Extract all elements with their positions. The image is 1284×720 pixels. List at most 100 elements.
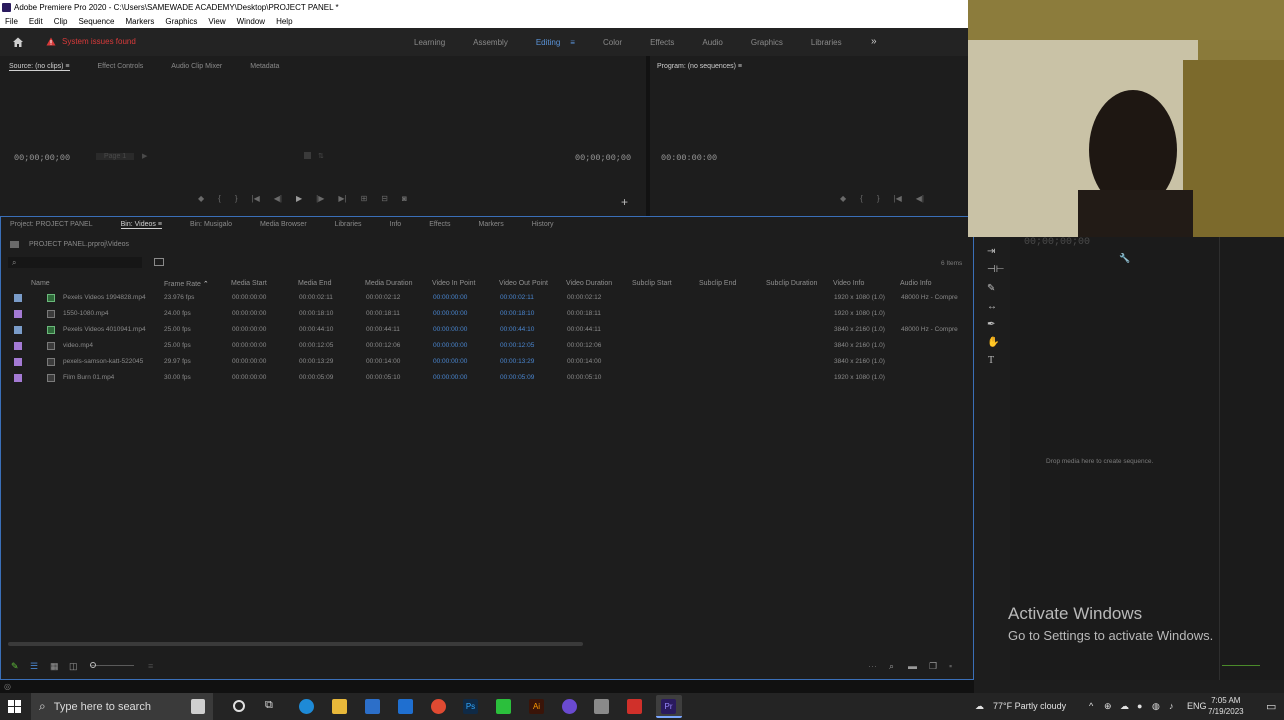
clear-icon[interactable]: ▪ bbox=[949, 661, 952, 671]
mark-out-icon[interactable]: } bbox=[235, 194, 238, 203]
step-back-icon[interactable]: ◀| bbox=[274, 194, 282, 203]
tab-libraries[interactable]: Libraries bbox=[335, 221, 362, 229]
workspace-tab-audio[interactable]: Audio bbox=[702, 38, 722, 47]
tab-bin-videos[interactable]: Bin: Videos ≡ bbox=[120, 221, 162, 229]
wrench-icon[interactable]: 🔧 bbox=[1119, 253, 1130, 264]
label-color-chip[interactable] bbox=[14, 342, 22, 350]
pen-icon[interactable]: ✒ bbox=[987, 319, 995, 330]
tab-project[interactable]: Project: PROJECT PANEL bbox=[10, 221, 93, 229]
clip-name[interactable]: Pexels Videos 4010941.mp4 bbox=[63, 326, 146, 333]
col-media-duration[interactable]: Media Duration bbox=[365, 280, 412, 287]
slip-icon[interactable]: ↔ bbox=[987, 301, 997, 312]
overwrite-icon[interactable]: ⊟ bbox=[381, 194, 388, 203]
workspace-tab-graphics[interactable]: Graphics bbox=[751, 38, 783, 47]
mail-icon[interactable] bbox=[398, 699, 413, 714]
microphone-icon[interactable]: ● bbox=[1137, 701, 1142, 711]
tab-audio-clip-mixer[interactable]: Audio Clip Mixer bbox=[171, 63, 222, 71]
zoom-slider[interactable] bbox=[90, 662, 134, 668]
file-explorer-icon[interactable] bbox=[332, 699, 347, 714]
tab-program[interactable]: Program: (no sequences) ≡ bbox=[657, 63, 742, 70]
col-video-out-point[interactable]: Video Out Point bbox=[499, 280, 548, 287]
col-frame-rate[interactable]: Frame Rate ⌃ bbox=[164, 280, 209, 288]
home-icon[interactable] bbox=[12, 36, 24, 48]
clip-name[interactable]: video.mp4 bbox=[63, 342, 93, 349]
weather-text[interactable]: 77°F Partly cloudy bbox=[993, 701, 1066, 711]
page-dropdown[interactable]: Page 1 bbox=[96, 153, 135, 160]
tab-info[interactable]: Info bbox=[390, 221, 402, 229]
language-indicator[interactable]: ENG bbox=[1187, 701, 1207, 711]
menu-graphics[interactable]: Graphics bbox=[165, 15, 197, 28]
new-item-icon[interactable]: ❐ bbox=[929, 661, 937, 672]
cell-out[interactable]: 00:00:13:29 bbox=[500, 358, 534, 365]
cell-in[interactable]: 00:00:00:00 bbox=[433, 374, 467, 381]
app-icon-red[interactable] bbox=[627, 699, 642, 714]
freeform-view-icon[interactable]: ◫ bbox=[69, 661, 78, 672]
weather-icon[interactable]: ☁ bbox=[975, 701, 984, 712]
razor-icon[interactable]: ✎ bbox=[987, 283, 995, 294]
col-video-info[interactable]: Video Info bbox=[833, 280, 864, 287]
label-color-chip[interactable] bbox=[14, 326, 22, 334]
menu-help[interactable]: Help bbox=[276, 15, 292, 28]
photoshop-icon[interactable]: Ps bbox=[463, 699, 478, 714]
more-workspaces-icon[interactable]: » bbox=[871, 36, 877, 47]
project-search-input[interactable]: ⌕ bbox=[8, 257, 142, 268]
col-video-in-point[interactable]: Video In Point bbox=[432, 280, 475, 287]
store-icon[interactable] bbox=[365, 699, 380, 714]
new-search-bin-icon[interactable] bbox=[154, 258, 164, 266]
menu-sequence[interactable]: Sequence bbox=[78, 15, 114, 28]
sort-icons-icon[interactable]: ≡ bbox=[148, 661, 153, 671]
workspace-tab-effects[interactable]: Effects bbox=[650, 38, 674, 47]
cloud-icon[interactable]: ☁ bbox=[1120, 701, 1129, 712]
notification-icon[interactable]: ▭ bbox=[1266, 700, 1276, 713]
workspace-tab-libraries[interactable]: Libraries bbox=[811, 38, 842, 47]
marker-icon[interactable]: ◆ bbox=[198, 194, 204, 203]
cell-out[interactable]: 00:00:44:10 bbox=[500, 326, 534, 333]
camtasia-icon[interactable] bbox=[496, 699, 511, 714]
tab-history[interactable]: History bbox=[532, 221, 554, 229]
hamburger-icon[interactable]: ≡ bbox=[570, 38, 575, 47]
col-subclip-duration[interactable]: Subclip Duration bbox=[766, 280, 817, 287]
play-icon[interactable]: ▶ bbox=[296, 194, 302, 203]
premiere-taskbar-button[interactable]: Pr bbox=[656, 695, 682, 718]
workspace-tab-assembly[interactable]: Assembly bbox=[473, 38, 508, 47]
col-subclip-start[interactable]: Subclip Start bbox=[632, 280, 672, 287]
cell-in[interactable]: 00:00:00:00 bbox=[433, 310, 467, 317]
cell-in[interactable]: 00:00:00:00 bbox=[433, 342, 467, 349]
find-icon[interactable]: ⌕ bbox=[889, 661, 894, 672]
ripple-edit-icon[interactable]: ⊣⊢ bbox=[987, 264, 1004, 275]
tab-source[interactable]: Source: (no clips) ≡ bbox=[9, 63, 70, 71]
clip-name[interactable]: Pexels Videos 1994828.mp4 bbox=[63, 294, 146, 301]
tab-effects[interactable]: Effects bbox=[429, 221, 450, 229]
app-icon-purple[interactable] bbox=[562, 699, 577, 714]
clip-name[interactable]: pexels-samson-katt-522045 bbox=[63, 358, 143, 365]
tray-chevron-icon[interactable]: ^ bbox=[1089, 701, 1093, 711]
tab-bin-musigalo[interactable]: Bin: Musigalo bbox=[190, 221, 232, 229]
type-tool-icon[interactable]: T bbox=[988, 355, 994, 366]
app-icon-gray[interactable] bbox=[594, 699, 609, 714]
program-mark-in-icon[interactable]: { bbox=[860, 194, 863, 203]
label-color-chip[interactable] bbox=[14, 310, 22, 318]
col-subclip-end[interactable]: Subclip End bbox=[699, 280, 736, 287]
icon-view-icon[interactable]: ▦ bbox=[50, 661, 59, 672]
step-forward-icon[interactable]: |▶ bbox=[316, 194, 324, 203]
insert-icon[interactable]: ⊞ bbox=[361, 194, 368, 203]
clip-name[interactable]: Film Burn 01.mp4 bbox=[63, 374, 114, 381]
track-select-icon[interactable]: ⇥ bbox=[987, 246, 995, 257]
cell-out[interactable]: 00:00:02:11 bbox=[500, 294, 534, 301]
illustrator-icon[interactable]: Ai bbox=[529, 699, 544, 714]
program-timecode[interactable]: 00:00:00:00 bbox=[661, 153, 717, 163]
source-timecode[interactable]: 00;00;00;00 bbox=[14, 153, 70, 163]
menu-view[interactable]: View bbox=[208, 15, 225, 28]
menu-markers[interactable]: Markers bbox=[126, 15, 155, 28]
menu-clip[interactable]: Clip bbox=[54, 15, 68, 28]
cell-out[interactable]: 00:00:05:09 bbox=[500, 374, 534, 381]
menu-edit[interactable]: Edit bbox=[29, 15, 43, 28]
tab-media-browser[interactable]: Media Browser bbox=[260, 221, 307, 229]
workspace-tab-color[interactable]: Color bbox=[603, 38, 622, 47]
col-name[interactable]: Name bbox=[31, 280, 50, 287]
menu-file[interactable]: File bbox=[5, 15, 18, 28]
cell-in[interactable]: 00:00:00:00 bbox=[433, 294, 467, 301]
workspace-tab-editing[interactable]: Editing ≡ bbox=[536, 38, 575, 47]
col-media-start[interactable]: Media Start bbox=[231, 280, 267, 287]
cell-in[interactable]: 00:00:00:00 bbox=[433, 326, 467, 333]
